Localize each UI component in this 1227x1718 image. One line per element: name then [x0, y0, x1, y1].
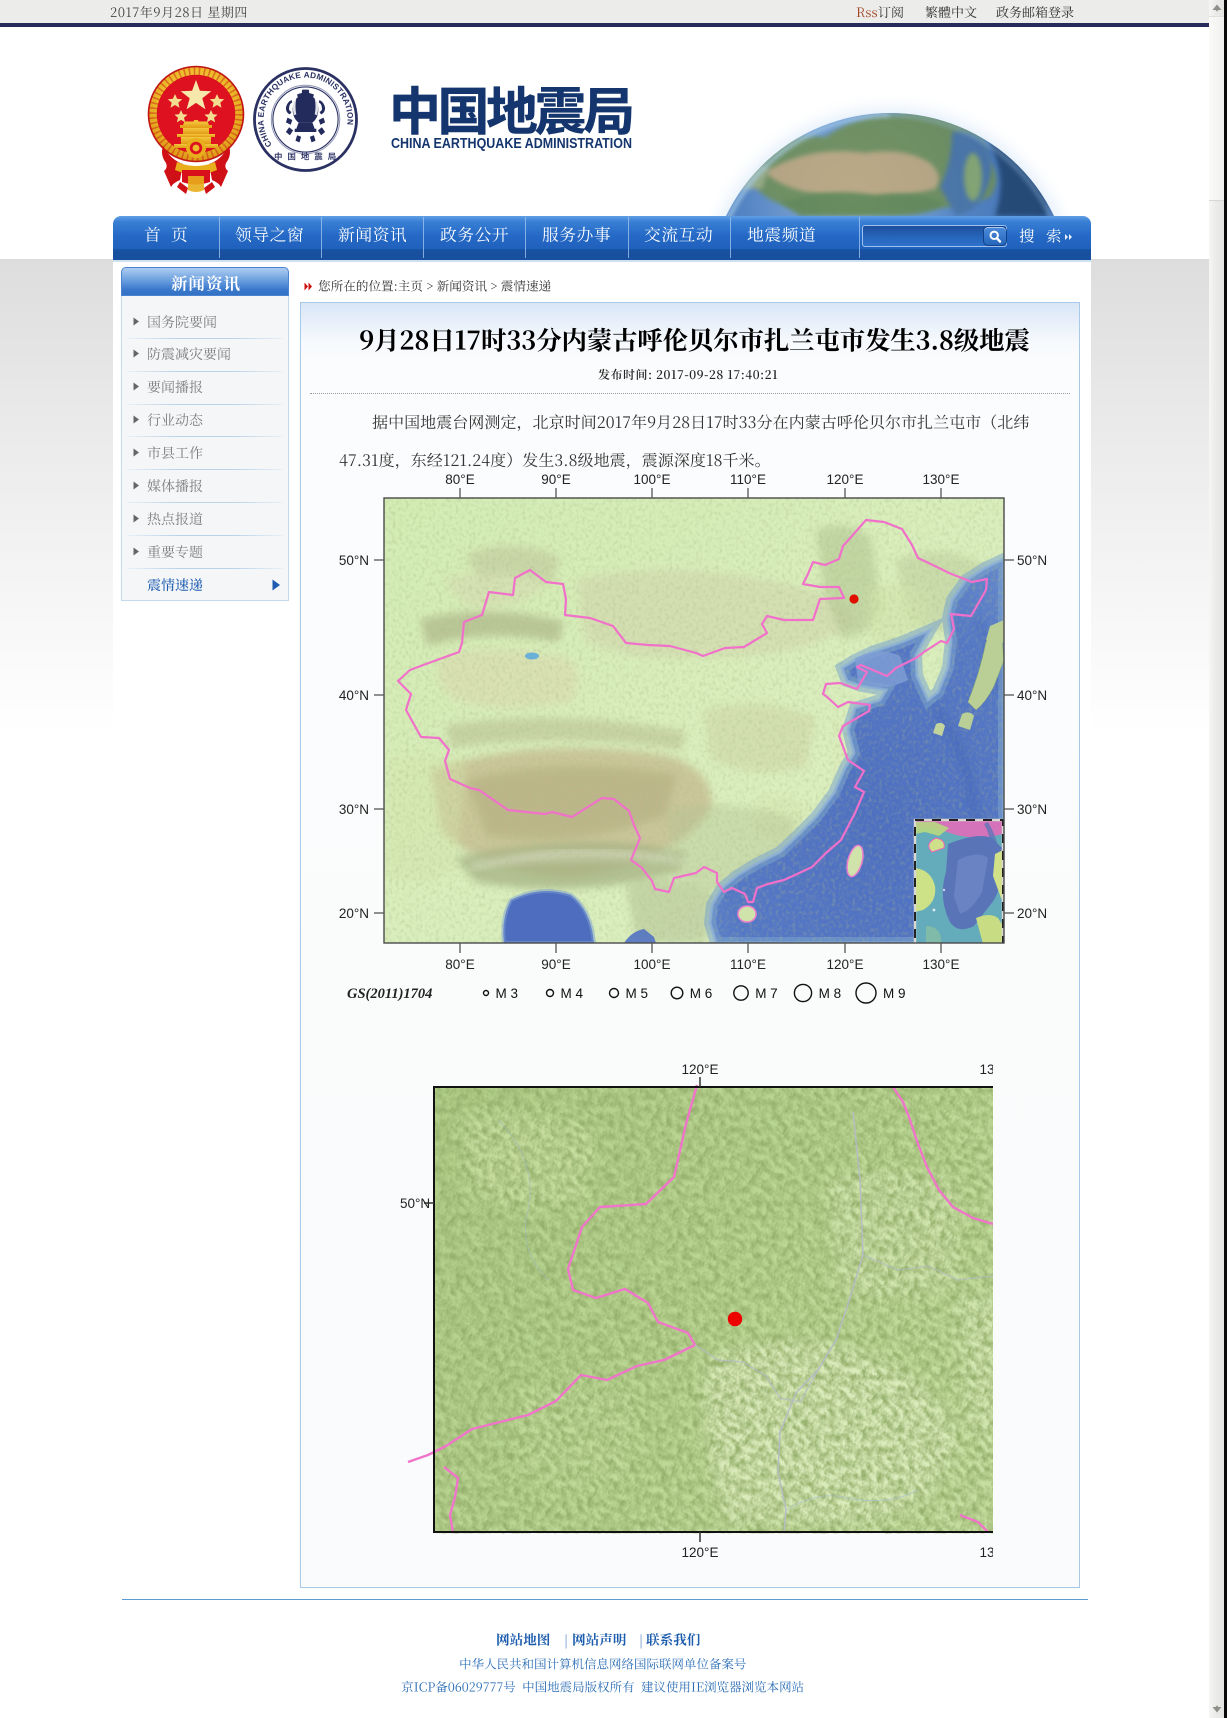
svg-text:100°E: 100°E	[634, 957, 671, 972]
svg-text:130°E: 130°E	[980, 1545, 993, 1560]
svg-text:100°E: 100°E	[634, 472, 671, 487]
svg-text:120°E: 120°E	[827, 472, 864, 487]
svg-text:M 3: M 3	[496, 986, 519, 1001]
svg-text:M 9: M 9	[883, 986, 906, 1001]
svg-text:90°E: 90°E	[541, 957, 570, 972]
svg-text:120°E: 120°E	[827, 957, 864, 972]
svg-text:CHINA EARTHQUAKE ADMINISTRATIO: CHINA EARTHQUAKE ADMINISTRATION	[391, 136, 632, 152]
svg-text:20°N: 20°N	[339, 906, 369, 921]
svg-text:90°E: 90°E	[541, 472, 570, 487]
svg-text:M 7: M 7	[755, 986, 778, 1001]
svg-text:M 5: M 5	[626, 986, 649, 1001]
svg-text:50°N: 50°N	[1017, 553, 1047, 568]
svg-text:GS(2011)1704: GS(2011)1704	[347, 986, 432, 1002]
svg-text:M 8: M 8	[819, 986, 842, 1001]
svg-text:30°N: 30°N	[339, 802, 369, 817]
svg-text:M 4: M 4	[561, 986, 584, 1001]
svg-text:20°N: 20°N	[1017, 906, 1047, 921]
svg-text:50°N: 50°N	[339, 553, 369, 568]
svg-text:40°N: 40°N	[1017, 688, 1047, 703]
svg-text:M 6: M 6	[690, 986, 713, 1001]
svg-text:120°E: 120°E	[682, 1062, 719, 1077]
svg-text:110°E: 110°E	[730, 957, 766, 972]
svg-text:80°E: 80°E	[445, 472, 474, 487]
svg-text:130°E: 130°E	[980, 1062, 993, 1077]
svg-text:130°E: 130°E	[923, 472, 960, 487]
svg-text:80°E: 80°E	[445, 957, 474, 972]
svg-text:130°E: 130°E	[923, 957, 960, 972]
svg-text:40°N: 40°N	[339, 688, 369, 703]
svg-text:50°N: 50°N	[400, 1196, 430, 1211]
svg-text:120°E: 120°E	[682, 1545, 719, 1560]
svg-text:110°E: 110°E	[730, 472, 766, 487]
svg-text:30°N: 30°N	[1017, 802, 1047, 817]
